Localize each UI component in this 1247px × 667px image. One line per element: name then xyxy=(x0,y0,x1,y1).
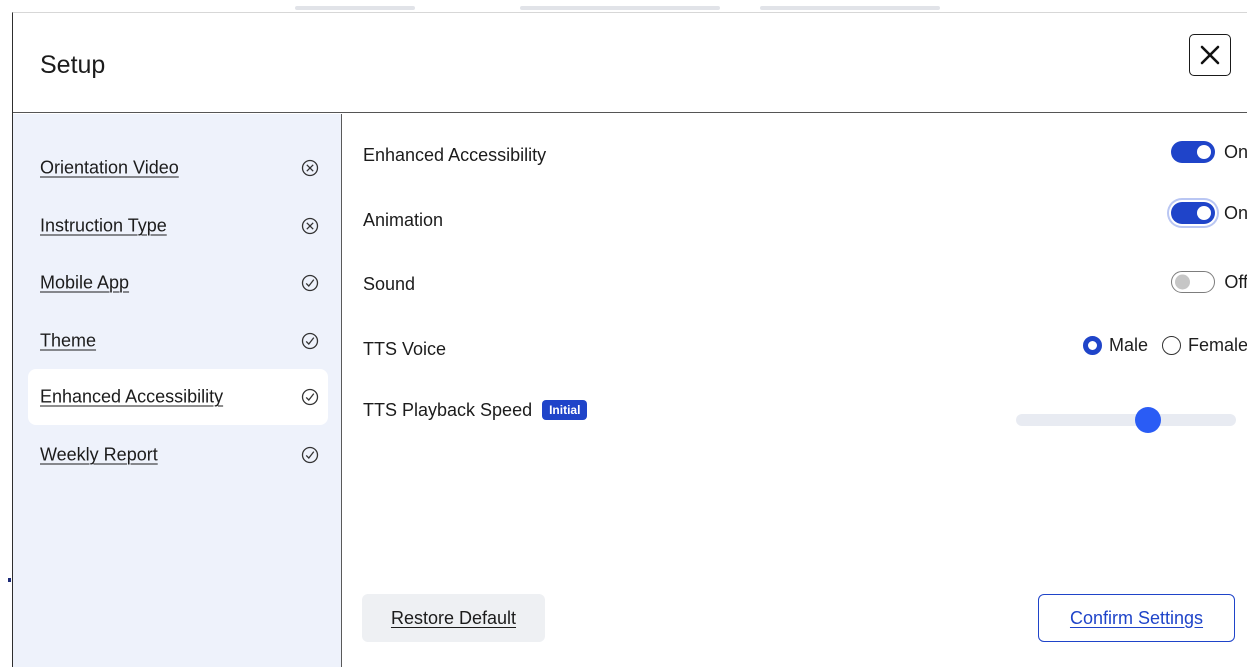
radio-label: Female xyxy=(1187,335,1247,355)
settings-panel: Enhanced Accessibility On Animation On S… xyxy=(343,114,1247,667)
animation-state: On xyxy=(1223,202,1247,223)
sidebar-item-label: Enhanced Accessibility xyxy=(40,386,224,407)
tts-playback-speed-row: TTS Playback Speed Initial xyxy=(363,400,588,421)
sidebar-item-label: Theme xyxy=(40,330,97,351)
circle-x-icon xyxy=(301,217,319,235)
circle-check-icon xyxy=(301,332,319,350)
circle-check-icon xyxy=(301,446,319,464)
setup-dialog: Setup Orientation Video Instruction Type xyxy=(12,12,1247,667)
close-button[interactable] xyxy=(1189,34,1231,76)
sidebar-item-theme[interactable]: Theme xyxy=(28,313,328,369)
tts-playback-speed-label: TTS Playback Speed xyxy=(363,400,533,420)
background-blur xyxy=(760,6,940,10)
circle-check-icon xyxy=(301,274,319,292)
background-edge xyxy=(8,578,11,582)
background-page xyxy=(0,0,1247,12)
animation-toggle[interactable]: On xyxy=(1170,202,1247,224)
initial-badge: Initial xyxy=(542,400,588,420)
sidebar-item-label: Instruction Type xyxy=(40,215,167,236)
slider-thumb[interactable] xyxy=(1135,407,1161,433)
background-blur xyxy=(520,6,720,10)
sidebar-item-label: Weekly Report xyxy=(40,444,158,465)
sidebar-item-orientation-video[interactable]: Orientation Video xyxy=(28,140,328,196)
radio-male[interactable]: Male xyxy=(1082,335,1148,356)
setup-sidebar: Orientation Video Instruction Type Mobil… xyxy=(13,114,342,667)
radio-female[interactable]: Female xyxy=(1161,335,1247,356)
sidebar-item-instruction-type[interactable]: Instruction Type xyxy=(28,198,328,254)
radio-button-unchecked[interactable] xyxy=(1161,336,1181,355)
toggle-knob xyxy=(1196,206,1211,220)
tts-playback-speed-slider[interactable] xyxy=(1016,407,1236,433)
enhanced-accessibility-toggle[interactable]: On xyxy=(1170,141,1247,163)
close-icon xyxy=(1200,45,1220,65)
circle-check-icon xyxy=(301,388,319,406)
toggle-knob xyxy=(1196,145,1211,159)
tts-voice-radio-group: Male Female xyxy=(1082,335,1247,356)
radio-button-checked[interactable] xyxy=(1082,336,1102,355)
slider-track[interactable] xyxy=(1016,414,1236,426)
restore-default-button[interactable]: Restore Default xyxy=(362,594,545,642)
sound-label: Sound xyxy=(363,274,416,294)
sidebar-item-weekly-report[interactable]: Weekly Report xyxy=(28,427,328,483)
sidebar-item-label: Mobile App xyxy=(40,272,130,293)
animation-label: Animation xyxy=(363,210,444,230)
sidebar-item-enhanced-accessibility[interactable]: Enhanced Accessibility xyxy=(28,369,328,425)
enhanced-accessibility-state: On xyxy=(1223,141,1247,162)
toggle-switch[interactable] xyxy=(1171,271,1216,293)
radio-label: Male xyxy=(1108,335,1148,355)
sidebar-item-label: Orientation Video xyxy=(40,157,179,178)
background-blur xyxy=(295,6,415,10)
sound-toggle[interactable]: Off xyxy=(1171,271,1247,293)
toggle-switch[interactable] xyxy=(1170,202,1215,224)
dialog-header: Setup xyxy=(13,13,1247,113)
sidebar-item-mobile-app[interactable]: Mobile App xyxy=(28,255,328,311)
confirm-settings-button[interactable]: Confirm Settings xyxy=(1038,594,1235,642)
enhanced-accessibility-label: Enhanced Accessibility xyxy=(363,145,547,165)
toggle-switch[interactable] xyxy=(1170,141,1215,163)
dialog-title: Setup xyxy=(40,51,106,79)
toggle-knob xyxy=(1175,274,1191,290)
tts-voice-label: TTS Voice xyxy=(363,339,447,359)
sound-state: Off xyxy=(1224,271,1247,292)
circle-x-icon xyxy=(301,159,319,177)
